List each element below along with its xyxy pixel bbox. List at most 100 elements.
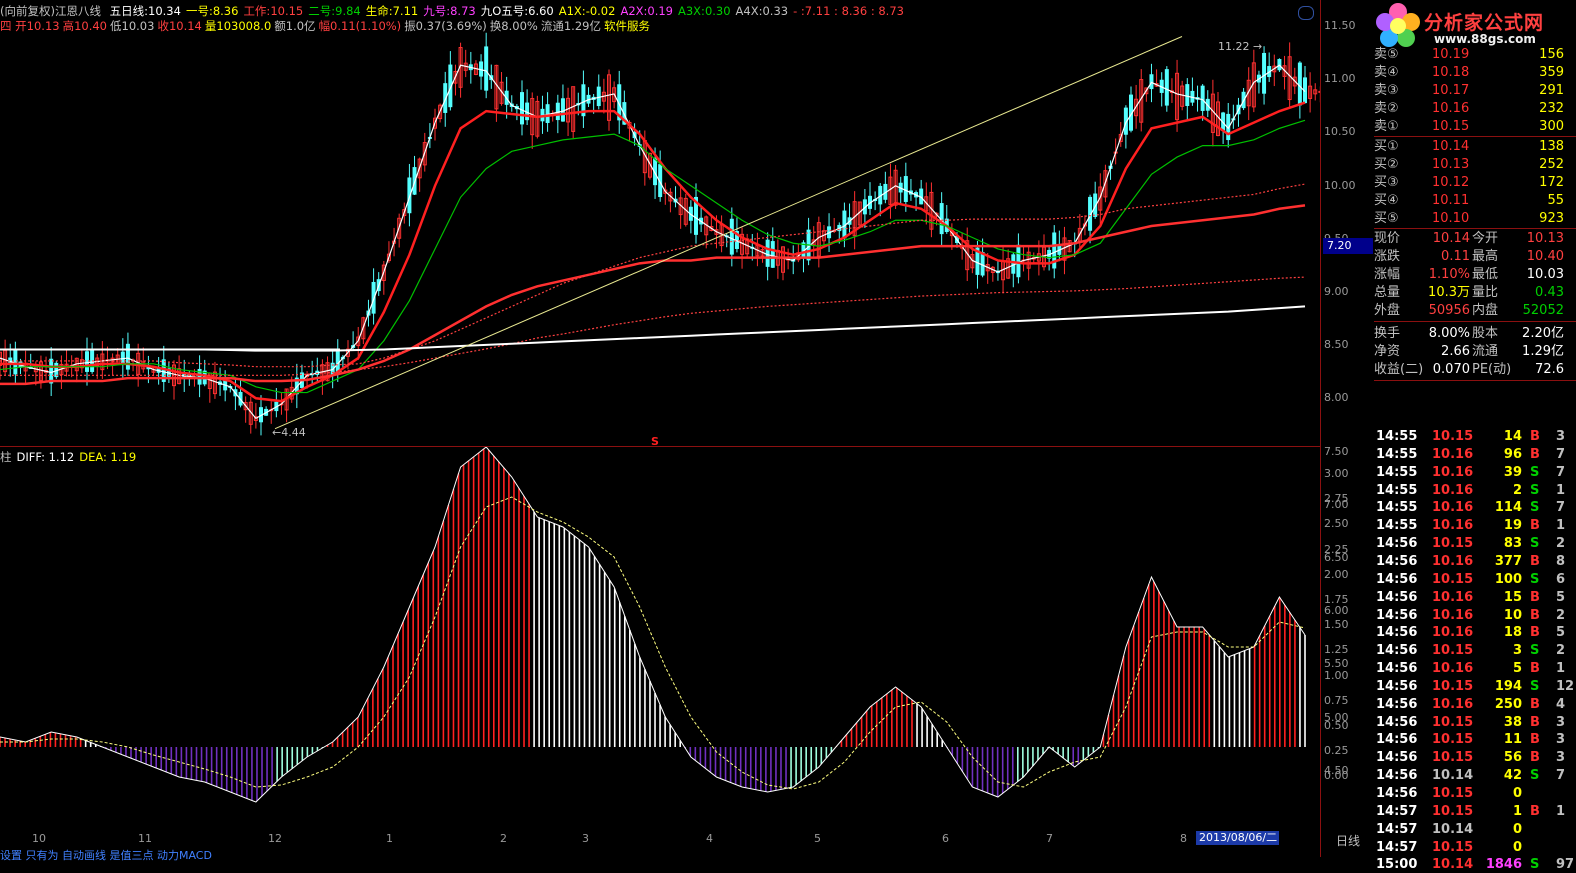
price-axis-tick: 11.00 bbox=[1324, 72, 1356, 86]
tick-volume: 0 bbox=[1512, 821, 1522, 837]
logo-name: 分析家公式网 bbox=[1424, 12, 1545, 34]
tick-price: 10.16 bbox=[1432, 553, 1474, 569]
tick-price: 10.16 bbox=[1432, 464, 1474, 480]
tick-direction: S bbox=[1530, 571, 1540, 587]
macd-chart[interactable] bbox=[0, 447, 1320, 827]
tick-price: 10.15 bbox=[1432, 643, 1474, 659]
tick-time: 14:55 bbox=[1376, 518, 1418, 534]
current-price-marker: 7.20 bbox=[1323, 238, 1373, 254]
tick-volume: 2 bbox=[1512, 482, 1522, 498]
time-axis-tick: 1 bbox=[386, 832, 393, 845]
candle-body bbox=[770, 241, 775, 268]
tick-volume: 11 bbox=[1503, 732, 1522, 748]
tick-time: 14:55 bbox=[1376, 482, 1418, 498]
tick-volume: 0 bbox=[1512, 839, 1522, 855]
quote-label: 最低 bbox=[1472, 267, 1499, 282]
tick-time: 14:55 bbox=[1376, 464, 1418, 480]
bid-row: 买② 10.13 252 bbox=[1374, 156, 1576, 174]
tick-time: 14:55 bbox=[1376, 429, 1418, 444]
tick-price: 10.16 bbox=[1432, 661, 1474, 677]
tick-count: 4 bbox=[1556, 696, 1566, 712]
candle-body bbox=[1185, 84, 1190, 107]
indicator-value: 九O五号:6.60 bbox=[481, 4, 554, 18]
quote-value: 0.43 bbox=[1535, 285, 1564, 300]
adjust-mode[interactable]: (向前复权) bbox=[0, 4, 55, 18]
fund-value: 8.00% bbox=[1428, 326, 1470, 341]
ohlc-item: 幅0.11(1.10%) bbox=[318, 19, 402, 33]
tick-time: 14:56 bbox=[1376, 536, 1418, 552]
high-price-label: 11.22 → bbox=[1218, 40, 1263, 53]
indicator-label: 工作: bbox=[243, 4, 271, 18]
quote-value: 10.3万 bbox=[1428, 285, 1470, 300]
tick-price: 10.15 bbox=[1432, 750, 1474, 766]
candle-body bbox=[903, 176, 908, 202]
tick-price: 10.16 bbox=[1432, 696, 1474, 712]
tick-direction: S bbox=[1530, 768, 1540, 784]
candle-body bbox=[1016, 244, 1021, 278]
tick-price: 10.16 bbox=[1432, 518, 1474, 534]
indicator-title[interactable]: 江恩八线 bbox=[55, 4, 101, 18]
fund-label: 流通 bbox=[1472, 344, 1499, 359]
bid-row: 买③ 10.12 172 bbox=[1374, 174, 1576, 192]
indicator-label: 二号: bbox=[308, 4, 336, 18]
macd-axis-tick: 0.75 bbox=[1324, 693, 1349, 707]
tick-volume: 1 bbox=[1512, 803, 1522, 819]
tick-direction: B bbox=[1530, 625, 1540, 641]
tick-time: 14:55 bbox=[1376, 500, 1418, 516]
bid-volume: 138 bbox=[1539, 139, 1564, 154]
tick-price: 10.14 bbox=[1432, 857, 1474, 873]
tick-direction: B bbox=[1530, 429, 1540, 444]
time-axis-tick: 6 bbox=[942, 832, 949, 845]
time-axis-tick: 4 bbox=[706, 832, 713, 845]
macd-name[interactable]: 柱 bbox=[0, 450, 12, 464]
indicator-number: 0.19 bbox=[647, 4, 673, 18]
quote-value: 0.11 bbox=[1441, 249, 1470, 264]
settings-icon[interactable] bbox=[1298, 6, 1314, 20]
candle-body bbox=[1262, 52, 1267, 94]
tick-count: 5 bbox=[1556, 589, 1566, 605]
time-axis-tick: 11 bbox=[138, 832, 152, 845]
period-label[interactable]: 日线 bbox=[1336, 832, 1360, 849]
tick-price: 10.14 bbox=[1432, 768, 1474, 784]
date-cursor-label: 2013/08/06/二 bbox=[1196, 831, 1279, 845]
macd-axis-tick: 2.00 bbox=[1324, 567, 1349, 581]
candle-body bbox=[545, 104, 550, 124]
candle-body bbox=[49, 358, 54, 384]
tick-price: 10.16 bbox=[1432, 500, 1474, 516]
macd-axis-tick: 2.75 bbox=[1324, 492, 1349, 506]
candle-body bbox=[560, 98, 565, 122]
tick-count: 1 bbox=[1556, 482, 1566, 498]
ohlc-item: 低10.03 bbox=[110, 19, 155, 33]
bid-volume: 252 bbox=[1539, 157, 1564, 172]
price-chart[interactable] bbox=[0, 0, 1320, 445]
macd-axis-tick: 0.50 bbox=[1324, 719, 1349, 732]
quote-label: 外盘 bbox=[1374, 303, 1401, 318]
logo-url: www.88gs.com bbox=[1434, 32, 1536, 46]
tick-price: 10.15 bbox=[1432, 571, 1474, 587]
macd-dea-value: DEA: 1.19 bbox=[79, 450, 137, 464]
indicator-header: (向前复权)江恩八线 五日线:10.34 一号:8.36 工作:10.15 二号:9.… bbox=[0, 4, 909, 18]
site-logo[interactable]: 分析家公式网 www.88gs.com bbox=[1372, 2, 1576, 50]
kline-chart-area[interactable] bbox=[0, 0, 1320, 857]
tick-price: 10.15 bbox=[1432, 536, 1474, 552]
bid-price: 10.14 bbox=[1432, 139, 1470, 154]
indicator-number: 6.60 bbox=[528, 4, 554, 18]
tick-time: 14:55 bbox=[1376, 446, 1418, 462]
tick-volume: 19 bbox=[1503, 518, 1522, 534]
tick-direction: B bbox=[1530, 714, 1540, 730]
tick-volume: 38 bbox=[1503, 714, 1522, 730]
ohlc-item: 量103008.0 bbox=[204, 19, 272, 33]
tick-direction: B bbox=[1530, 446, 1540, 462]
tick-volume: 39 bbox=[1503, 464, 1522, 480]
tick-count: 7 bbox=[1556, 768, 1566, 784]
tick-price: 10.15 bbox=[1432, 803, 1474, 819]
indicator-number: -0.02 bbox=[585, 4, 616, 18]
tick-row: 14:56 10.15 3 S 2 bbox=[1374, 642, 1576, 659]
bid-price: 10.10 bbox=[1432, 211, 1470, 226]
macd-axis-tick: 1.25 bbox=[1324, 643, 1349, 657]
quote-row: 现价 10.14 今开 10.13 bbox=[1374, 230, 1576, 248]
tick-count: 2 bbox=[1556, 607, 1566, 623]
bid-label: 买② bbox=[1374, 157, 1399, 172]
tick-count: 7 bbox=[1556, 464, 1566, 480]
indicator-label: A1X: bbox=[558, 4, 586, 18]
